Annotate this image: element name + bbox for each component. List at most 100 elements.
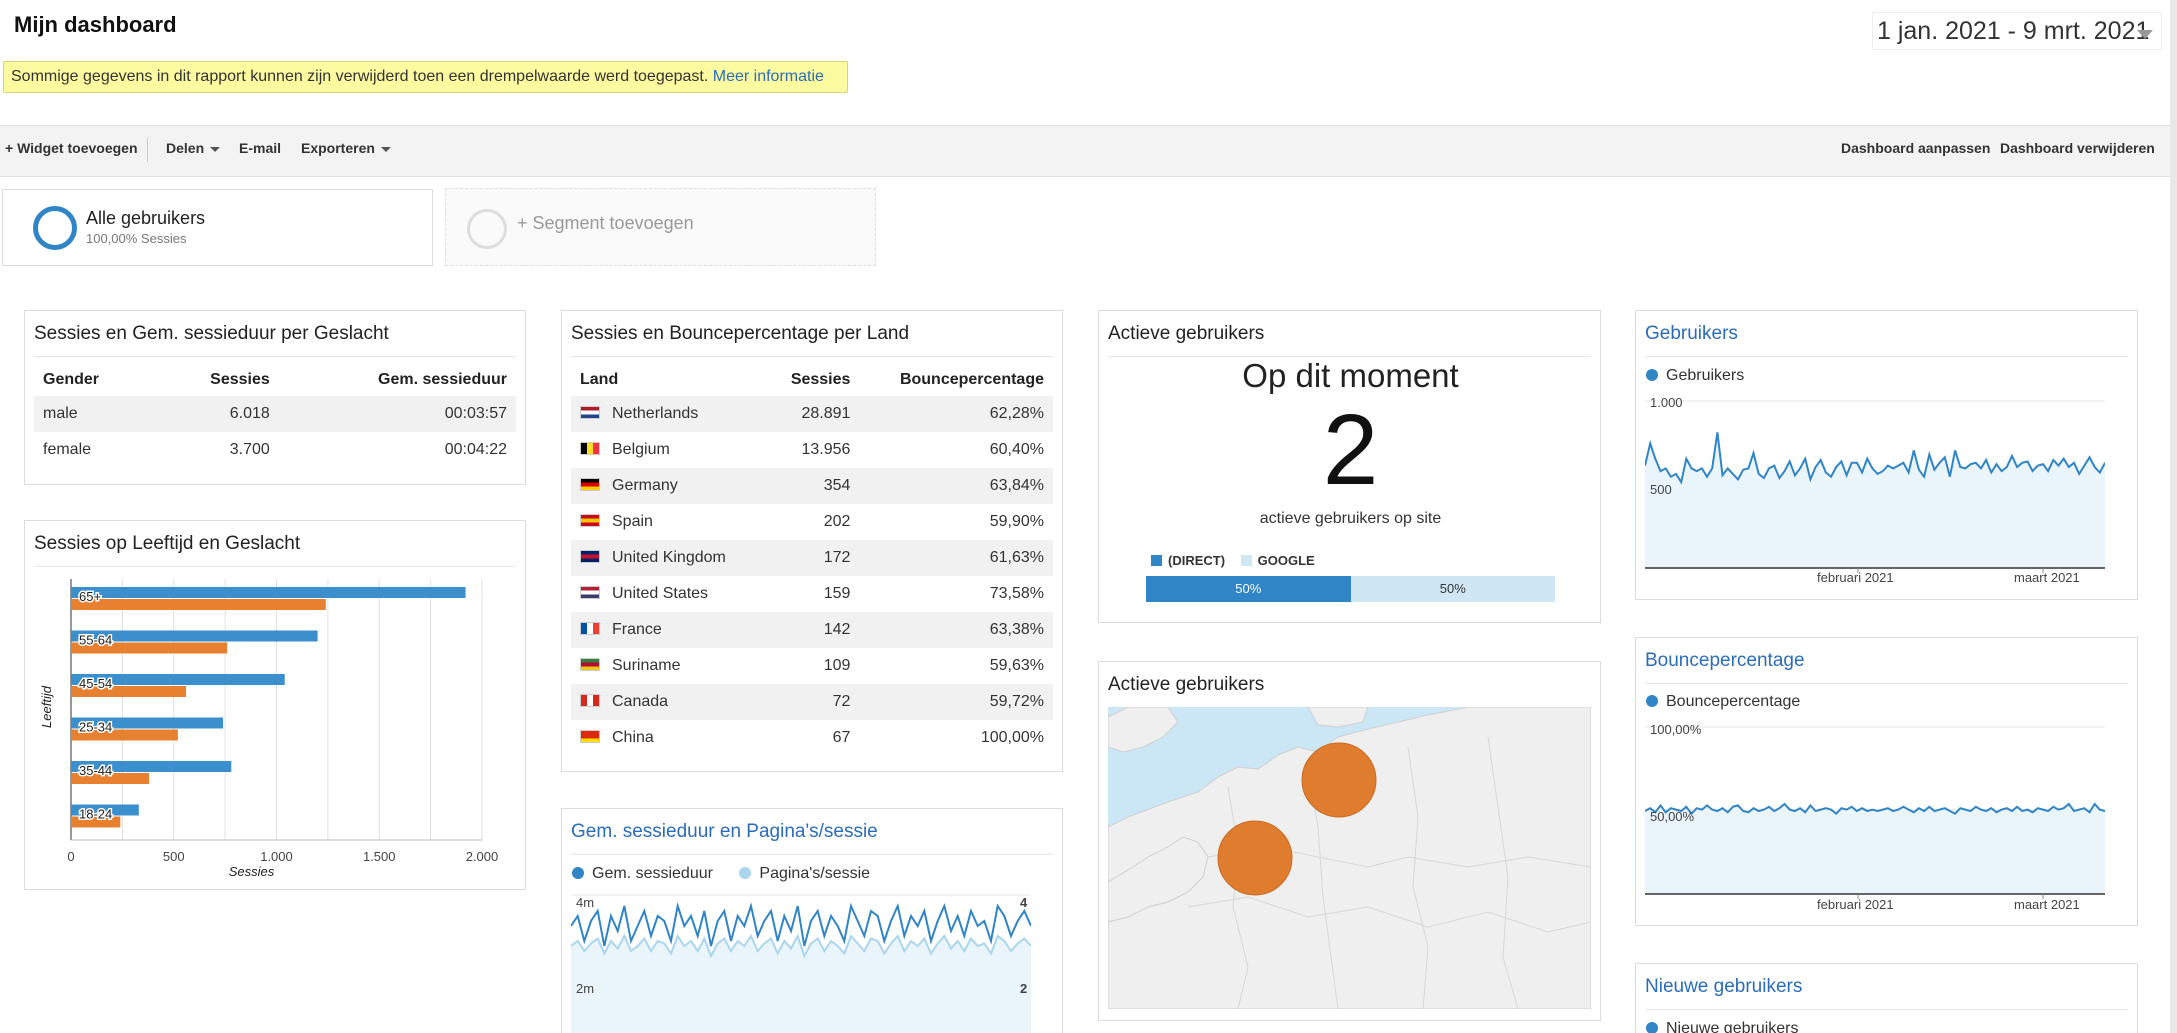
bar-google[interactable]: 50% (1351, 576, 1556, 602)
table-header-row: Gender Sessies Gem. sessieduur (34, 363, 516, 396)
country-name: United Kingdom (612, 549, 726, 566)
cell-country: United States (571, 576, 767, 612)
x-tick-label: 0 (67, 849, 74, 864)
widget-active-users-map: Actieve gebruikers (1098, 661, 1601, 1021)
table-row: Belgium 13.956 60,40% (571, 432, 1053, 468)
email-button[interactable]: E-mail (239, 140, 281, 156)
column-header[interactable]: Land (571, 363, 767, 396)
cell-sessions: 172 (766, 540, 860, 576)
segment-all-users[interactable]: Alle gebruikers 100,00% Sessies (2, 189, 433, 266)
column-header[interactable]: Sessies (767, 363, 860, 396)
map-bubble[interactable] (1217, 820, 1293, 896)
country-flag-icon (580, 622, 600, 635)
x-axis-title: Sessies (229, 864, 275, 877)
map-bubble[interactable] (1301, 742, 1377, 818)
x-tick-label: februari 2021 (1817, 570, 1894, 585)
cell-country: Spain (571, 504, 767, 540)
category-label: 65+ (79, 589, 101, 604)
export-menu-button[interactable]: Exporteren (301, 140, 391, 156)
cell-country: United Kingdom (571, 540, 767, 576)
country-name: France (612, 621, 662, 638)
x-tick-label: maart 2021 (2014, 897, 2080, 912)
cell-country: China (571, 720, 767, 756)
realtime-heading: Op dit moment (1242, 357, 1459, 394)
table-header-row: Land Sessies Bouncepercentage (571, 363, 1053, 396)
category-label: 35-44 (79, 763, 112, 778)
legend-square-icon (1151, 555, 1162, 566)
country-name: Belgium (612, 441, 670, 458)
bar-female[interactable] (71, 599, 326, 610)
cell-sessions: 72 (766, 684, 860, 720)
add-segment-label: + Segment toevoegen (517, 213, 694, 233)
share-menu-button[interactable]: Delen (166, 140, 221, 156)
y-tick-label: 4m (576, 895, 595, 910)
cell-gender: male (34, 396, 154, 432)
cell-sessions: 109 (823, 657, 851, 674)
chevron-down-icon[interactable] (2137, 30, 2153, 39)
delete-dashboard-button[interactable]: Dashboard verwijderen (2000, 140, 2155, 156)
widget-new-users: Nieuwe gebruikers Nieuwe gebruikers (1635, 963, 2138, 1033)
cell-country: Netherlands (571, 396, 767, 432)
segment-ring-icon (33, 206, 77, 250)
column-header[interactable]: Gender (34, 363, 153, 396)
area-fill (1645, 804, 2105, 894)
age-gender-bar-chart: 65+ 55-64 45-54 25-34 35-44 18-24 0 500 1.000 1.5… (39, 579, 499, 877)
column-header[interactable]: Bouncepercentage (859, 363, 1053, 396)
x-tick-label: 1.000 (260, 849, 293, 864)
legend-new-users[interactable]: Nieuwe gebruikers (1666, 1020, 1799, 1033)
more-info-link[interactable]: Meer informatie (713, 68, 824, 85)
legend-dot-icon (1646, 695, 1658, 707)
legend-duration[interactable]: Gem. sessieduur (592, 865, 713, 882)
bar-male[interactable] (71, 587, 466, 598)
column-header[interactable]: Sessies (153, 363, 278, 396)
cell-duration: 00:04:22 (444, 441, 507, 458)
customize-dashboard-button[interactable]: Dashboard aanpassen (1841, 140, 1990, 156)
widget-title[interactable]: Nieuwe gebruikers (1645, 974, 2128, 1010)
cell-country: Suriname (571, 648, 767, 684)
add-segment-button[interactable]: + Segment toevoegen (445, 188, 876, 266)
segment-placeholder-icon (467, 209, 507, 249)
date-range-picker[interactable]: 1 jan. 2021 - 9 mrt. 2021 (1872, 12, 2162, 50)
y-tick-label-right: 4 (1020, 895, 1028, 910)
x-tick-label: 2.000 (466, 849, 499, 864)
bounce-line-chart (1645, 726, 2105, 899)
cell-sessions: 159 (823, 585, 851, 602)
europe-map[interactable] (1108, 707, 1591, 1009)
legend-users[interactable]: Gebruikers (1666, 367, 1744, 384)
widget-title[interactable]: Bouncepercentage (1645, 648, 2128, 684)
widget-country-sessions: Sessies en Bouncepercentage per Land Lan… (561, 310, 1063, 772)
legend-pages[interactable]: Pagina's/sessie (759, 865, 870, 882)
country-flag-icon (580, 406, 600, 419)
legend-bounce[interactable]: Bouncepercentage (1666, 693, 1800, 710)
country-name: Spain (612, 513, 653, 530)
country-name: China (612, 729, 654, 746)
widget-bounce-rate: Bouncepercentage Bouncepercentage 100,00… (1635, 637, 2138, 926)
page-scrollbar[interactable] (2170, 0, 2177, 1033)
country-flag-icon (580, 514, 600, 527)
y-tick-label: 100,00% (1650, 722, 1702, 737)
add-widget-button[interactable]: + Widget toevoegen (5, 140, 138, 156)
series-line[interactable] (571, 902, 1031, 947)
y-tick-label-right: 2 (1020, 981, 1028, 996)
widget-title: Sessies en Gem. sessieduur per Geslacht (34, 321, 516, 357)
widget-title[interactable]: Gebruikers (1645, 321, 2128, 357)
active-user-count: 2 (1322, 394, 1379, 506)
country-flag-icon (580, 586, 600, 599)
column-header[interactable]: Gem. sessieduur (279, 363, 516, 396)
chart-legend: Bouncepercentage (1646, 693, 1800, 711)
y-tick-label: 1.000 (1650, 395, 1683, 410)
country-flag-icon (580, 694, 600, 707)
table-row: China 67 100,00% (571, 720, 1053, 756)
cell-bounce-rate: 59,90% (989, 513, 1044, 530)
widget-active-users: Actieve gebruikers Op dit moment 2 actie… (1098, 310, 1601, 623)
legend-dot-icon (572, 867, 584, 879)
cell-sessions: 142 (766, 612, 860, 648)
bar-direct[interactable]: 50% (1146, 576, 1351, 602)
cell-sessions: 354 (766, 468, 860, 504)
chart-legend: Gem. sessieduur Pagina's/sessie (572, 865, 870, 883)
threshold-notice: Sommige gegevens in dit rapport kunnen z… (3, 61, 848, 93)
table-row: Spain 202 59,90% (571, 504, 1053, 540)
widget-title[interactable]: Gem. sessieduur en Pagina's/sessie (571, 819, 1053, 855)
cell-sessions: 202 (823, 513, 851, 530)
segment-name: Alle gebruikers (86, 208, 206, 228)
